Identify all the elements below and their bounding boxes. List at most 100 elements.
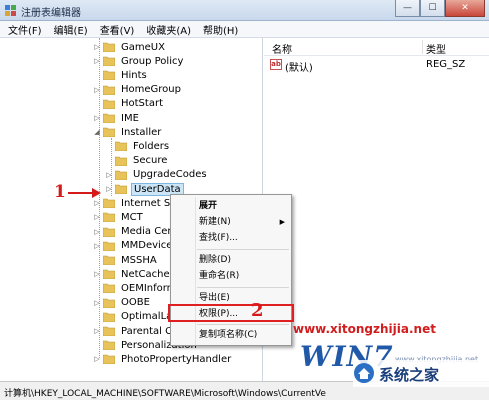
collapse-arrow-icon[interactable]: ◢ — [93, 128, 101, 136]
expand-arrow-icon[interactable]: ▷ — [93, 57, 101, 65]
tree-item[interactable]: ▷ MCT — [93, 210, 145, 224]
list-header: 名称 类型 — [264, 38, 489, 56]
menu-item-copy-key-name[interactable]: 复制项名称(C) — [171, 327, 291, 343]
watermark-url: www.xitongzhijia.net — [293, 322, 436, 336]
step-1-label: 1 — [54, 182, 66, 202]
folder-icon — [103, 127, 115, 138]
folder-icon — [103, 213, 115, 223]
tree-item[interactable]: MSSHA — [93, 253, 159, 267]
expand-arrow-icon[interactable]: ▷ — [93, 355, 101, 363]
expand-arrow-icon[interactable]: ▷ — [93, 242, 101, 250]
title-bar[interactable]: 注册表编辑器 — ☐ ✕ — [0, 0, 489, 21]
tree-item-label: Folders — [133, 140, 170, 152]
tree-item[interactable]: ▷ PhotoPropertyHandler — [93, 352, 233, 366]
minimize-button[interactable]: — — [395, 0, 420, 17]
tree-item[interactable]: Hints — [93, 68, 149, 82]
column-separator[interactable] — [422, 40, 423, 54]
folder-icon — [115, 142, 127, 152]
menu-separator — [197, 287, 289, 288]
tree-item[interactable]: ◢ Installer — [93, 125, 163, 139]
value-type: REG_SZ — [426, 59, 466, 70]
folder-icon — [103, 198, 115, 209]
tree-item-label: Secure — [133, 155, 168, 167]
tree-item[interactable]: ▷ Group Policy — [93, 54, 185, 68]
tree-item[interactable]: ▷ OOBE — [93, 296, 152, 310]
maximize-button[interactable]: ☐ — [420, 0, 445, 17]
folder-icon — [103, 312, 115, 322]
tree-item-label: PhotoPropertyHandler — [121, 353, 232, 365]
watermark-badge: 系统之家 — [353, 360, 489, 387]
tree-item[interactable]: Folders — [105, 139, 171, 153]
list-item[interactable]: ab (默认) REG_SZ — [264, 57, 489, 74]
folder-icon — [103, 42, 115, 52]
folder-icon — [103, 99, 115, 109]
folder-icon — [103, 71, 115, 81]
context-menu: 展开 新建(N) ▶ 查找(F)... 删除(D) 重命名(R) 导出(E) 权… — [170, 194, 292, 346]
folder-icon — [103, 255, 115, 265]
menu-separator — [197, 324, 289, 325]
folder-icon — [103, 56, 115, 67]
tree-item-label: UpgradeCodes — [133, 169, 207, 181]
expand-arrow-icon[interactable]: ▷ — [93, 43, 101, 51]
folder-icon — [115, 184, 127, 194]
step-2-label: 2 — [251, 300, 264, 321]
tree-item-label: NetCache — [121, 268, 170, 280]
menu-item-new-label: 新建(N) — [199, 217, 231, 227]
menu-help[interactable]: 帮助(H) — [197, 22, 244, 37]
value-name: (默认) — [285, 63, 313, 74]
menu-item-new[interactable]: 新建(N) ▶ — [171, 214, 291, 230]
expand-arrow-icon[interactable]: ▷ — [105, 171, 113, 179]
menu-item-delete[interactable]: 删除(D) — [171, 252, 291, 268]
tree-item[interactable]: ▷ HomeGroup — [93, 83, 183, 97]
tree-item-label: MCT — [121, 211, 143, 223]
folder-icon — [103, 298, 115, 308]
expand-arrow-icon[interactable]: ▷ — [93, 228, 101, 236]
menu-favorites[interactable]: 收藏夹(A) — [140, 22, 197, 37]
tree-item[interactable]: ▷ NetCache — [93, 267, 172, 281]
tree-item[interactable]: ▷ UpgradeCodes — [105, 168, 209, 182]
expand-arrow-icon[interactable]: ▷ — [93, 114, 101, 122]
tree-item[interactable]: HotStart — [93, 97, 165, 111]
watermark-badge-text: 系统之家 — [379, 366, 440, 384]
folder-icon — [115, 156, 127, 166]
tree-item[interactable]: ▷ GameUX — [93, 40, 167, 54]
tree-item[interactable]: Secure — [105, 154, 169, 168]
folder-icon — [103, 113, 115, 123]
submenu-arrow-icon: ▶ — [279, 218, 285, 226]
menu-item-rename[interactable]: 重命名(R) — [171, 268, 291, 284]
column-header-name[interactable]: 名称 — [272, 41, 292, 56]
expand-arrow-icon[interactable]: ▷ — [105, 185, 113, 193]
window-controls: — ☐ ✕ — [395, 0, 485, 18]
menu-file[interactable]: 文件(F) — [2, 22, 48, 37]
tree-item-label: HomeGroup — [121, 84, 181, 96]
menu-item-find[interactable]: 查找(F)... — [171, 230, 291, 246]
registry-editor-icon — [5, 5, 16, 16]
menu-edit[interactable]: 编辑(E) — [48, 22, 94, 37]
expand-arrow-icon[interactable]: ▷ — [93, 213, 101, 221]
house-logo-icon — [354, 363, 374, 383]
folder-icon — [103, 326, 115, 336]
expand-arrow-icon[interactable]: ▷ — [93, 327, 101, 335]
expand-arrow-icon[interactable]: ▷ — [93, 270, 101, 278]
tree-item[interactable]: ▷ IME — [93, 111, 141, 125]
folder-icon — [103, 241, 115, 251]
folder-icon — [103, 269, 115, 280]
tree-item-label: Installer — [121, 126, 162, 138]
column-header-type[interactable]: 类型 — [426, 41, 446, 56]
close-button[interactable]: ✕ — [445, 0, 485, 17]
window-title: 注册表编辑器 — [21, 8, 81, 19]
folder-icon — [103, 85, 115, 95]
menu-item-expand[interactable]: 展开 — [171, 198, 291, 214]
arrow-right-icon — [92, 188, 101, 198]
current-key-path: 计算机\HKEY_LOCAL_MACHINE\SOFTWARE\Microsof… — [4, 389, 326, 399]
folder-icon — [115, 170, 127, 180]
expand-arrow-icon[interactable]: ▷ — [93, 199, 101, 207]
menu-view[interactable]: 查看(V) — [94, 22, 141, 37]
tree-item-label: MSSHA — [121, 254, 157, 266]
expand-arrow-icon[interactable]: ▷ — [93, 299, 101, 307]
permissions-highlight-box — [168, 304, 294, 322]
expand-arrow-icon[interactable]: ▷ — [93, 86, 101, 94]
tree-item[interactable]: ▷ MMDevices — [93, 239, 180, 253]
folder-icon — [103, 355, 115, 365]
tree-item-label: Hints — [121, 69, 147, 81]
